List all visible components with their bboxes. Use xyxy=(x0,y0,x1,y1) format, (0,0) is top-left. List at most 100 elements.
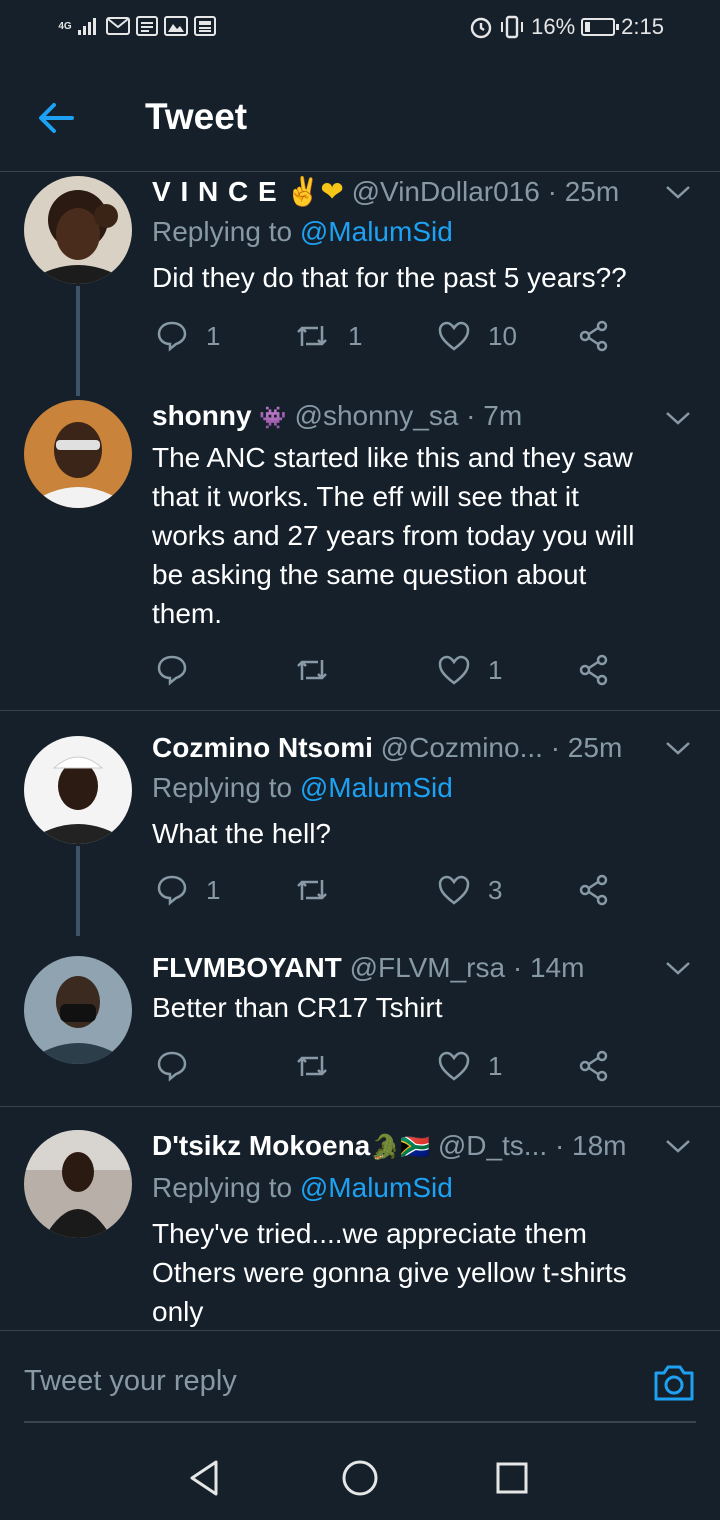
share-icon xyxy=(579,654,608,686)
tweet-header: D'tsikz Mokoena🐊🇿🇦 @D_ts... · 18m xyxy=(152,1126,690,1168)
tweet-actions: 1 3 xyxy=(152,868,622,912)
chevron-down-icon[interactable] xyxy=(664,958,692,978)
status-left: 4G xyxy=(58,16,216,36)
like-count: 1 xyxy=(488,1050,503,1081)
retweet-icon xyxy=(297,880,327,900)
like-button[interactable]: 10 xyxy=(438,314,517,358)
page-title: Tweet xyxy=(145,96,248,137)
reply-input[interactable]: Tweet your reply xyxy=(24,1365,237,1398)
emoji: ✌❤ xyxy=(285,176,344,207)
avatar[interactable] xyxy=(24,736,132,844)
retweet-button[interactable]: 1 xyxy=(294,314,362,358)
status-bar: 4G 16% 2:15 xyxy=(0,0,720,62)
heart-icon xyxy=(438,1051,470,1081)
reply-icon xyxy=(157,321,187,352)
nav-recents-icon[interactable] xyxy=(492,1458,532,1498)
share-button[interactable] xyxy=(578,648,610,692)
avatar[interactable] xyxy=(24,1130,132,1238)
like-button[interactable]: 3 xyxy=(438,868,502,912)
camera-icon[interactable] xyxy=(652,1361,696,1403)
reply-button[interactable] xyxy=(156,648,206,692)
retweet-button[interactable] xyxy=(294,1044,348,1088)
status-right: 16% 2:15 xyxy=(469,14,664,40)
handle[interactable]: @Cozmino... xyxy=(381,732,543,763)
tweet-actions: 1 1 10 xyxy=(152,314,622,358)
tweet-text-line: only xyxy=(152,1296,204,1327)
display-name[interactable]: Cozmino Ntsomi xyxy=(152,732,373,763)
replying-to: Replying to @MalumSid xyxy=(152,768,690,808)
like-count: 3 xyxy=(488,874,503,905)
tweet-text: They've tried....we appreciate them Othe… xyxy=(152,1214,690,1330)
reply-icon xyxy=(157,1051,187,1082)
display-name[interactable]: shonny xyxy=(152,400,252,431)
system-nav-bar xyxy=(0,1430,720,1520)
tweet-text-line: Did they do that for the past 5 years?? xyxy=(152,262,627,293)
heart-icon xyxy=(438,321,470,351)
tweet-text-line: The ANC started like this and they saw xyxy=(152,442,633,473)
display-name[interactable]: D'tsikz Mokoena xyxy=(152,1130,370,1161)
avatar[interactable] xyxy=(24,176,132,284)
tweet[interactable]: shonny 👾 @shonny_sa · 7m The ANC started… xyxy=(0,392,720,711)
timestamp: · 25m xyxy=(550,732,623,763)
chevron-down-icon[interactable] xyxy=(664,408,692,428)
chevron-down-icon[interactable] xyxy=(664,182,692,202)
like-count: 1 xyxy=(488,654,503,685)
vibrate-icon xyxy=(501,15,524,39)
tweet[interactable]: FLVMBOYANT @FLVM_rsa · 14m Better than C… xyxy=(0,932,720,1107)
retweet-count: 1 xyxy=(348,320,363,351)
tweet[interactable]: V I N C E ✌❤ @VinDollar016 · 25m Replyin… xyxy=(0,172,720,396)
reply-feed[interactable]: V I N C E ✌❤ @VinDollar016 · 25m Replyin… xyxy=(0,172,720,1330)
like-button[interactable]: 1 xyxy=(438,648,502,692)
handle[interactable]: @FLVM_rsa xyxy=(350,952,506,983)
like-button[interactable]: 1 xyxy=(438,1044,502,1088)
reply-composer: Tweet your reply xyxy=(0,1330,720,1430)
share-icon xyxy=(579,874,608,906)
chevron-down-icon[interactable] xyxy=(664,1136,692,1156)
network-type: 4G xyxy=(58,20,72,32)
mention-link[interactable]: @MalumSid xyxy=(300,1172,453,1203)
chevron-down-icon[interactable] xyxy=(664,738,692,758)
back-arrow-icon[interactable] xyxy=(36,98,76,138)
reply-button[interactable] xyxy=(156,1044,206,1088)
replying-to: Replying to @MalumSid xyxy=(152,1168,690,1208)
share-button[interactable] xyxy=(578,314,610,358)
share-button[interactable] xyxy=(578,868,610,912)
tweet-text: What the hell? xyxy=(152,814,690,853)
signal-icon xyxy=(78,17,96,35)
handle[interactable]: @VinDollar016 xyxy=(352,176,540,207)
thread-line xyxy=(76,846,80,936)
reply-icon xyxy=(157,655,187,686)
handle[interactable]: @D_ts... xyxy=(438,1130,547,1161)
nav-back-icon[interactable] xyxy=(186,1458,226,1498)
emoji: 🐊🇿🇦 xyxy=(370,1134,431,1161)
reply-button[interactable]: 1 xyxy=(156,868,220,912)
timestamp: · 18m xyxy=(554,1130,627,1161)
emoji: 👾 xyxy=(259,405,287,430)
handle[interactable]: @shonny_sa xyxy=(295,400,459,431)
tweet[interactable]: Cozmino Ntsomi @Cozmino... · 25m Replyin… xyxy=(0,710,720,936)
tweet-header: FLVMBOYANT @FLVM_rsa · 14m xyxy=(152,948,690,988)
retweet-button[interactable] xyxy=(294,868,348,912)
display-name[interactable]: V I N C E xyxy=(152,176,278,207)
battery-icon xyxy=(581,18,620,36)
display-name[interactable]: FLVMBOYANT xyxy=(152,952,342,983)
like-count: 10 xyxy=(488,320,517,351)
mention-link[interactable]: @MalumSid xyxy=(300,772,453,803)
share-button[interactable] xyxy=(578,1044,610,1088)
tweet-text-line: that it works. The eff will see that it xyxy=(152,481,579,512)
tweet-text: Better than CR17 Tshirt xyxy=(152,988,690,1027)
retweet-icon xyxy=(297,326,327,346)
tweet-text-line: What the hell? xyxy=(152,818,331,849)
share-icon xyxy=(579,320,608,352)
reply-count: 1 xyxy=(206,874,221,905)
reply-button[interactable]: 1 xyxy=(156,314,220,358)
mail-icon xyxy=(106,17,130,35)
mention-link[interactable]: @MalumSid xyxy=(300,216,453,247)
tweet[interactable]: D'tsikz Mokoena🐊🇿🇦 @D_ts... · 18m Replyi… xyxy=(0,1106,720,1330)
nav-home-icon[interactable] xyxy=(340,1458,380,1498)
avatar[interactable] xyxy=(24,956,132,1064)
retweet-button[interactable] xyxy=(294,648,348,692)
replying-label: Replying to xyxy=(152,216,293,247)
tweet-text-line: Others were gonna give yellow t-shirts xyxy=(152,1257,627,1288)
avatar[interactable] xyxy=(24,400,132,508)
